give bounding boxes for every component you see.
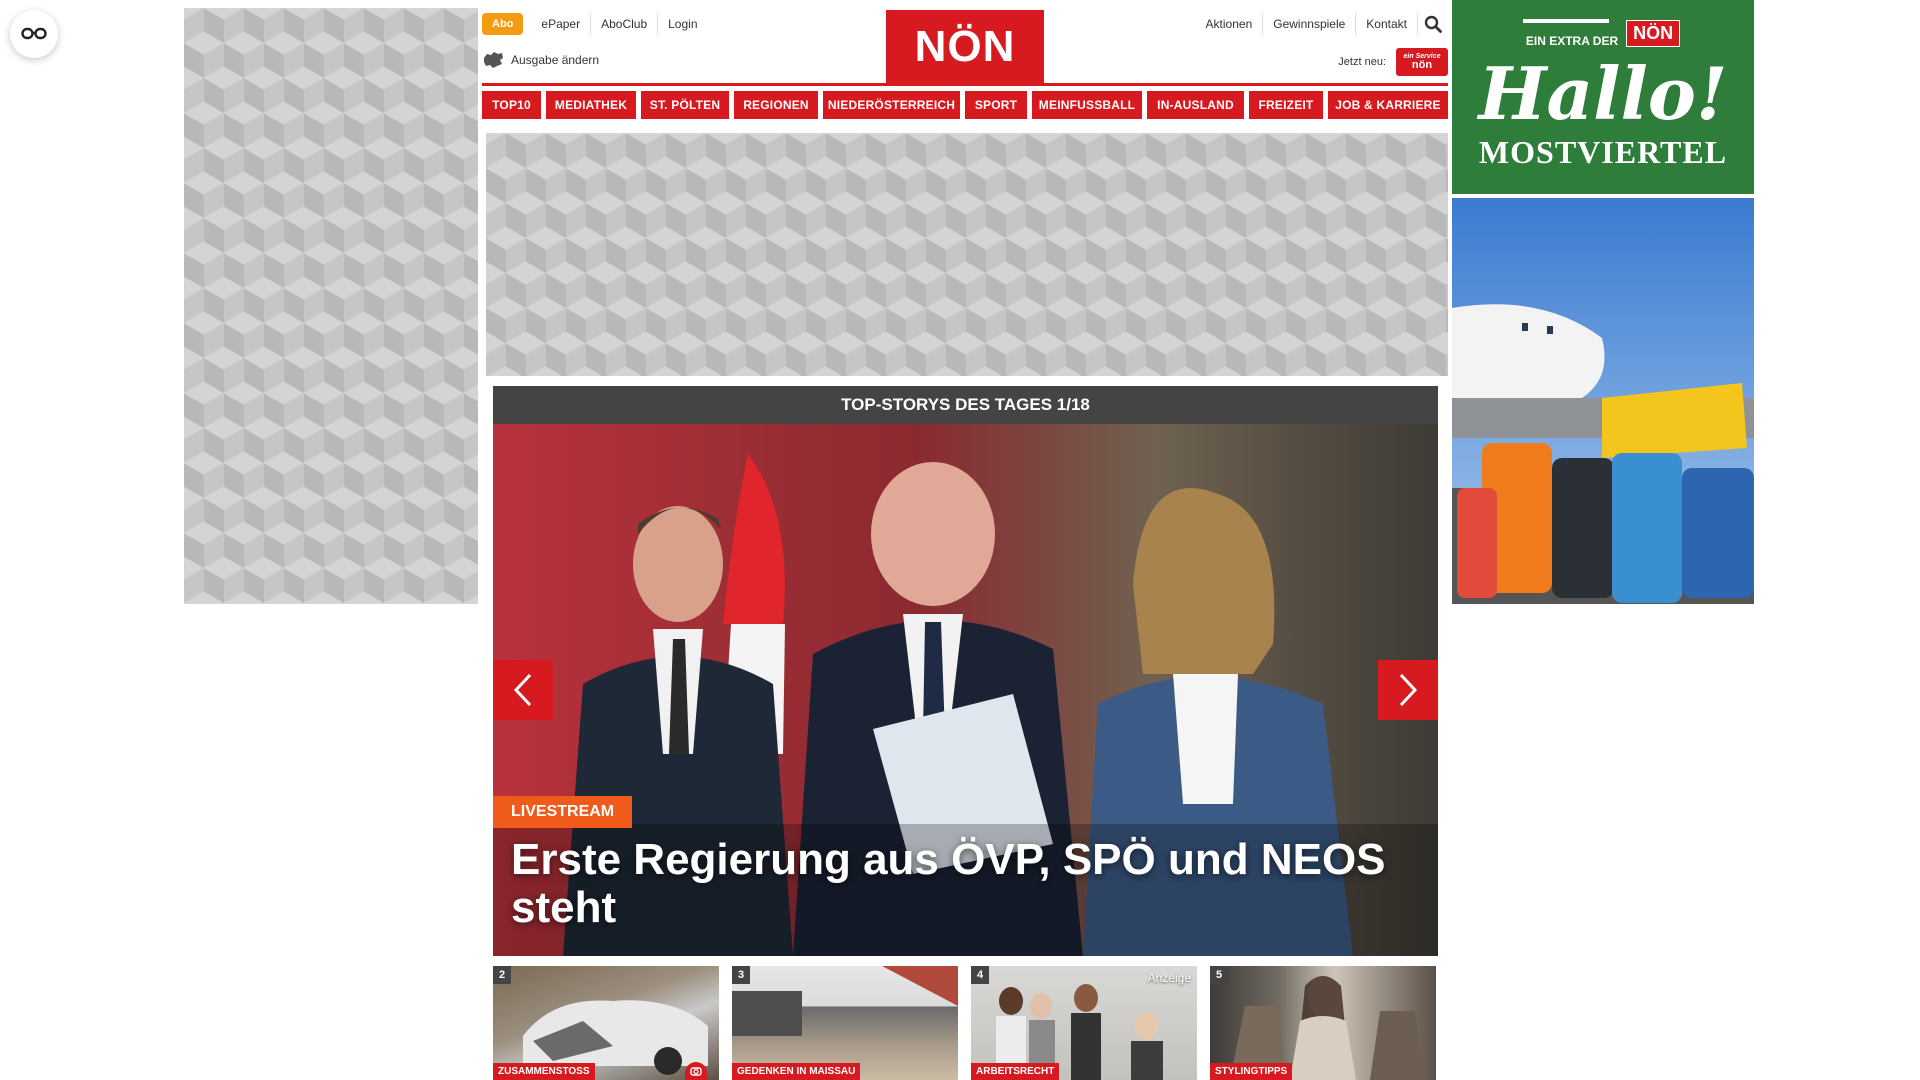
glasses-icon (21, 27, 47, 40)
nav-item-mediathek[interactable]: MEDIATHEK (546, 91, 636, 119)
aboclub-link[interactable]: AboClub (590, 13, 657, 35)
right-ad-hallo-mostviertel[interactable]: EIN EXTRA DER NÖN Hallo! MOSTVIERTEL (1452, 0, 1754, 194)
ad-strip: EIN EXTRA DER NÖN (1452, 18, 1754, 48)
slider-heading: TOP-STORYS DES TAGES 1/18 (493, 386, 1438, 424)
nav-item-niederoesterreich[interactable]: NIEDERÖSTERREICH (823, 91, 960, 119)
left-ad-placeholder[interactable] (184, 8, 478, 604)
thumbnail-tag: GEDENKEN IN MAISSAU (732, 1063, 861, 1080)
thumbnail-number: 2 (493, 966, 511, 984)
accessibility-button[interactable] (10, 10, 58, 58)
slider-thumbnails: 2 ZUSAMMENSTOSS 3 GEDENKEN IN MAISSAU 4 … (493, 966, 1438, 1080)
top-nav-left: Abo ePaper AboClub Login (482, 10, 708, 38)
thumbnail-tag: ZUSAMMENSTOSS (493, 1063, 595, 1080)
header-divider (482, 83, 1448, 86)
ausgabe-label: Ausgabe ändern (511, 53, 600, 67)
nav-item-top10[interactable]: TOP10 (482, 91, 541, 119)
nav-item-job-karriere[interactable]: JOB & KARRIERE (1328, 91, 1448, 119)
nav-item-meinfussball[interactable]: MEINFUSSBALL (1032, 91, 1142, 119)
top-stories-slider: TOP-STORYS DES TAGES 1/18 LIVESTREAM Ers… (493, 386, 1438, 956)
anzeige-label: Anzeige (1147, 971, 1191, 985)
ad-subline: MOSTVIERTEL (1478, 134, 1728, 170)
banner-ad-placeholder[interactable] (486, 133, 1448, 376)
nav-item-regionen[interactable]: REGIONEN (734, 91, 818, 119)
nav-item-freizeit[interactable]: FREIZEIT (1249, 91, 1323, 119)
thumbnail-card[interactable]: 2 ZUSAMMENSTOSS (493, 966, 719, 1080)
thumbnail-card[interactable]: 3 GEDENKEN IN MAISSAU (732, 966, 958, 1080)
jetzt-neu-logo: ein Service nön (1396, 48, 1448, 76)
slider-prev-button[interactable] (493, 660, 553, 720)
aktionen-link[interactable]: Aktionen (1196, 13, 1264, 35)
jetzt-neu-promo[interactable]: Jetzt neu: ein Service nön (1338, 48, 1448, 76)
top-nav-right: Aktionen Gewinnspiele Kontakt (1196, 10, 1448, 38)
kontakt-link[interactable]: Kontakt (1356, 13, 1418, 35)
thumbnail-tag: ARBEITSRECHT (971, 1063, 1060, 1080)
airport-luggage-image (1452, 198, 1754, 604)
slide-tag-livestream[interactable]: LIVESTREAM (493, 796, 633, 828)
map-icon (484, 52, 503, 68)
ausgabe-aendern-link[interactable]: Ausgabe ändern (482, 51, 599, 69)
ad-headline: Hallo! (1478, 51, 1728, 136)
noen-logo[interactable]: NÖN (886, 10, 1044, 84)
camera-icon (685, 1062, 707, 1080)
right-ad-airport-image[interactable] (1452, 198, 1754, 604)
ad-strip-text: EIN EXTRA DER (1525, 34, 1619, 48)
search-icon (1424, 15, 1442, 33)
search-button[interactable] (1418, 10, 1448, 38)
chevron-right-icon (1399, 673, 1418, 707)
abo-button[interactable]: Abo (482, 13, 524, 35)
nav-item-sport[interactable]: SPORT (965, 91, 1027, 119)
ad-noen-logo: NÖN (1626, 19, 1681, 47)
thumbnail-card[interactable]: 5 STYLINGTIPPS (1210, 966, 1436, 1080)
thumbnail-card[interactable]: 4 Anzeige ARBEITSRECHT (971, 966, 1197, 1080)
main-nav: TOP10 MEDIATHEK ST. PÖLTEN REGIONEN NIED… (482, 91, 1448, 119)
thumbnail-number: 3 (732, 966, 750, 984)
site-header: Abo ePaper AboClub Login Ausgabe ändern … (482, 8, 1448, 84)
page: Abo ePaper AboClub Login Ausgabe ändern … (0, 0, 1920, 1080)
slide-image[interactable]: LIVESTREAM Erste Regierung aus ÖVP, SPÖ … (493, 424, 1438, 956)
epaper-link[interactable]: ePaper (531, 13, 590, 35)
ad-strip-bar (1523, 19, 1609, 23)
nav-item-in-ausland[interactable]: IN-AUSLAND (1147, 91, 1244, 119)
thumbnail-number: 4 (971, 966, 989, 984)
thumbnail-number: 5 (1210, 966, 1228, 984)
slider-next-button[interactable] (1378, 660, 1438, 720)
slide-headline[interactable]: Erste Regierung aus ÖVP, SPÖ und NEOS st… (511, 836, 1411, 932)
jetzt-neu-label: Jetzt neu: (1338, 56, 1386, 68)
chevron-left-icon (513, 673, 532, 707)
gewinnspiele-link[interactable]: Gewinnspiele (1263, 13, 1357, 35)
thumbnail-tag: STYLINGTIPPS (1210, 1063, 1293, 1080)
login-link[interactable]: Login (657, 13, 707, 35)
nav-item-st-poelten[interactable]: ST. PÖLTEN (641, 91, 729, 119)
